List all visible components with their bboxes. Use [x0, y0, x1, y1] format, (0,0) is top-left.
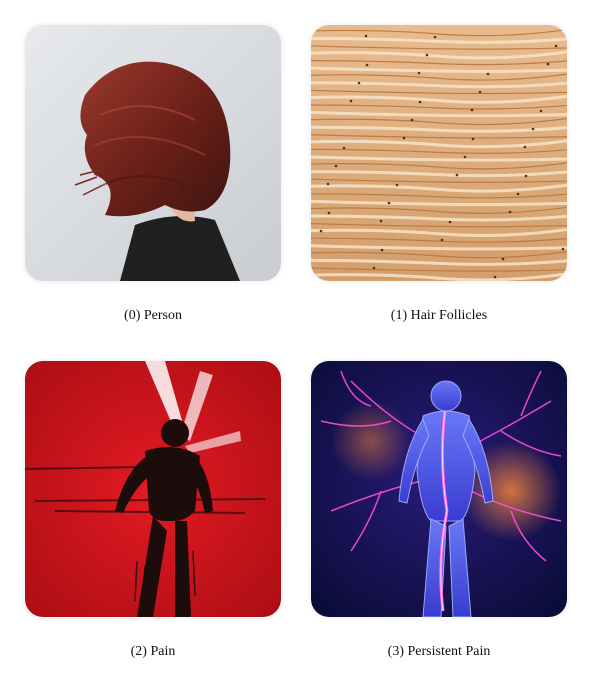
panel-caption-pain: (2) Pain — [130, 644, 176, 659]
hair-follicles-image — [311, 25, 567, 281]
panel-caption-persistent-pain: (3) Persistent Pain — [387, 644, 491, 659]
panel-caption-hair-follicles: (1) Hair Follicles — [390, 308, 488, 323]
pain-image — [25, 361, 281, 617]
person-image — [25, 25, 281, 281]
panel-caption-person: (0) Person — [124, 308, 182, 323]
persistent-pain-image — [311, 361, 567, 617]
